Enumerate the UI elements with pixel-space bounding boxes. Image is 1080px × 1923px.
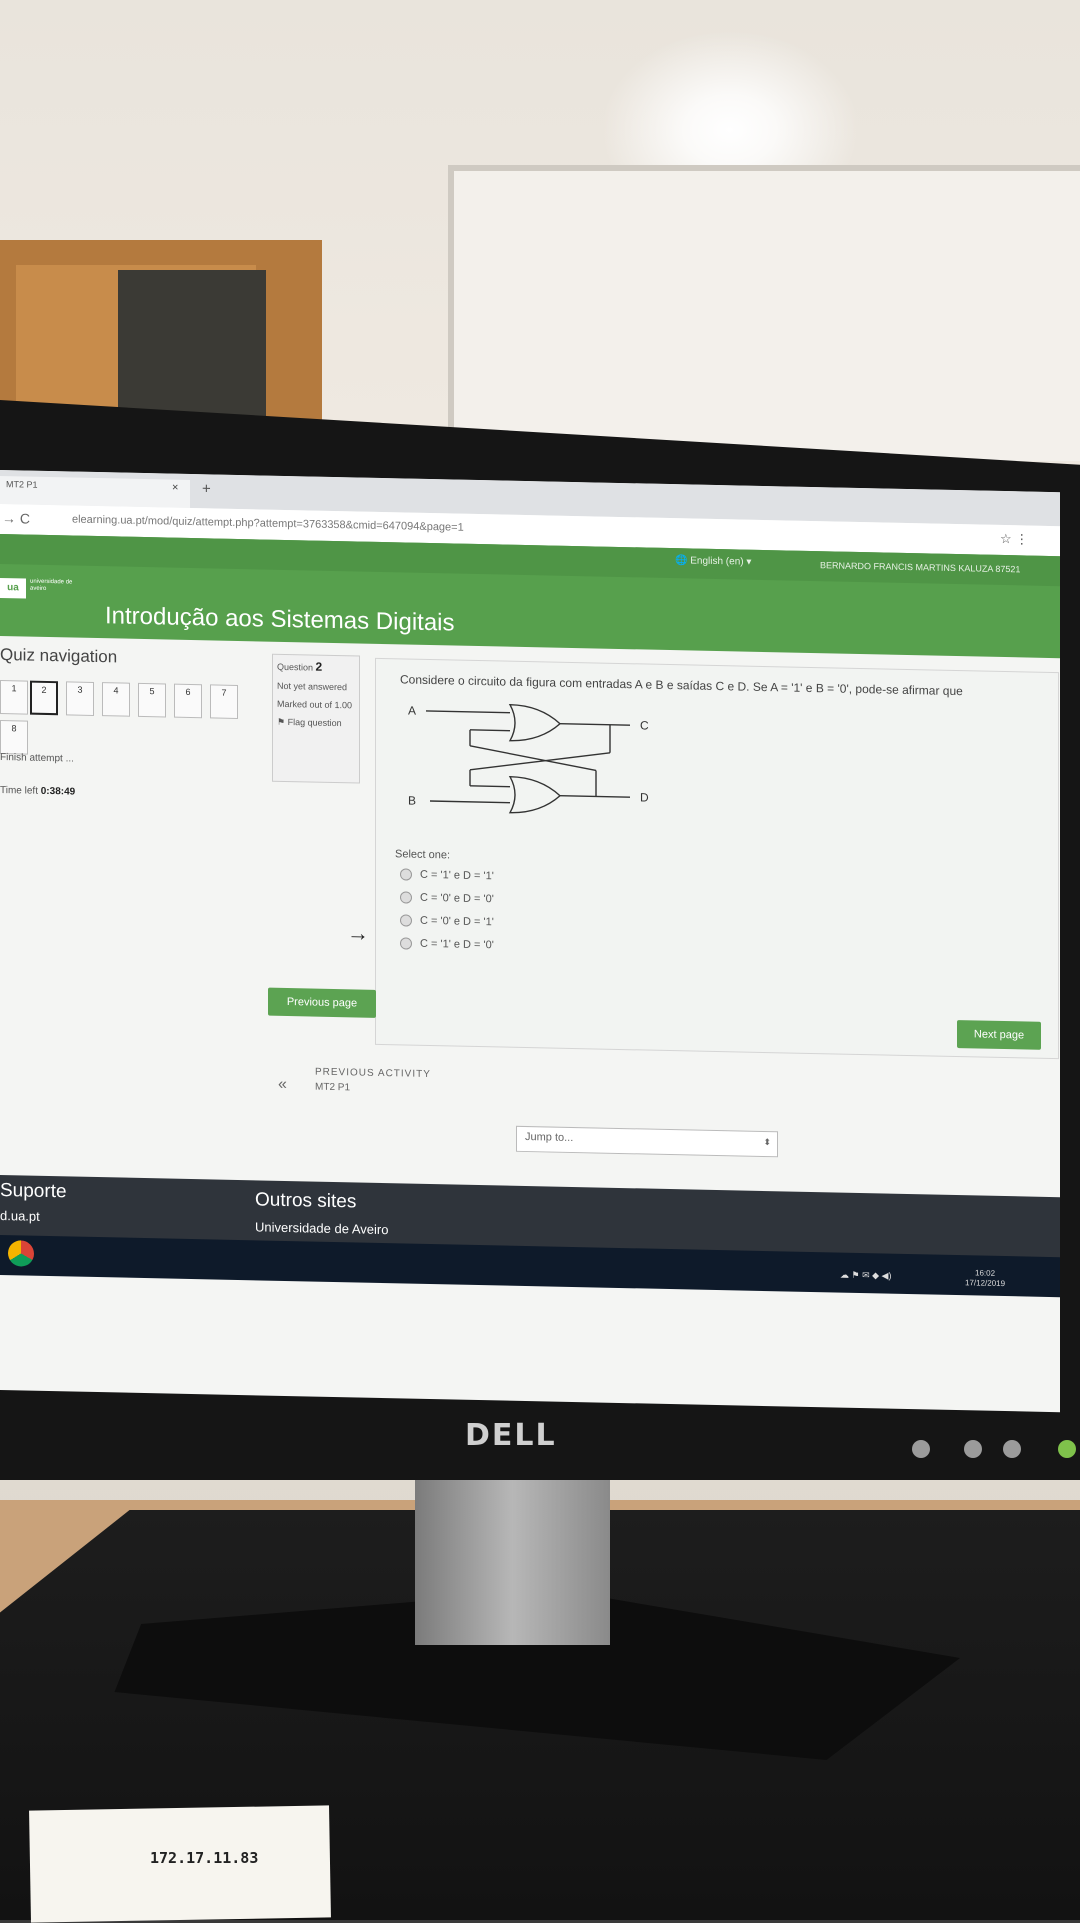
footer-ua-link[interactable]: Universidade de Aveiro (255, 1219, 388, 1237)
radio-button[interactable] (400, 891, 412, 904)
jump-to-value: Jump to... (525, 1130, 574, 1145)
monitor-button[interactable] (964, 1440, 982, 1458)
monitor-power-button[interactable] (1058, 1440, 1076, 1458)
select-one-label: Select one: (395, 848, 451, 862)
answer-text: C = '0' e D = '0' (420, 891, 494, 906)
previous-activity-label: PREVIOUS ACTIVITY (315, 1066, 431, 1081)
jump-to-select[interactable]: Jump to... ⬍ (516, 1125, 778, 1158)
monitor-brand-logo: DELL (465, 1418, 557, 1453)
answer-text: C = '1' e D = '0' (420, 937, 494, 952)
bookmark-icon[interactable]: ☆ ⋮ (1000, 531, 1028, 548)
chrome-icon[interactable] (8, 1240, 34, 1267)
clock-date: 17/12/2019 (965, 1278, 1006, 1289)
double-chevron-left-icon[interactable]: « (278, 1076, 287, 1094)
time-left-value: 0:38:49 (40, 785, 76, 798)
monitor-button[interactable] (1003, 1440, 1021, 1458)
answer-option[interactable]: C = '1' e D = '0' (400, 937, 494, 951)
question-status: Not yet answered (277, 680, 348, 693)
label-a: A (408, 704, 416, 718)
monitor-stand (415, 1465, 610, 1645)
next-page-button[interactable]: Next page (957, 1020, 1041, 1050)
quiz-navigation-title: Quiz navigation (0, 645, 118, 667)
logo-text: universidade de aveiro (30, 578, 73, 592)
answer-option[interactable]: C = '0' e D = '1' (400, 914, 494, 928)
reload-icon[interactable]: → C (2, 510, 30, 527)
tab-title: MT2 P1 (6, 479, 38, 490)
question-label: Question (277, 661, 314, 673)
question-marks: Marked out of 1.00 (277, 698, 353, 711)
wire-to-bottom-gate (470, 785, 510, 788)
language-menu[interactable]: 🌐 English (en) ▾ (675, 555, 751, 568)
answer-text: C = '0' e D = '1' (420, 914, 494, 929)
system-tray-icons[interactable]: ☁ ⚑ ✉ ◆ ◀) (840, 1270, 891, 1282)
time-left: Time left 0:38:49 (0, 785, 75, 798)
radio-button[interactable] (400, 914, 412, 927)
or-gate-bottom (508, 775, 562, 814)
circuit-diagram: A B C D (408, 703, 649, 814)
question-nav-button[interactable]: 1 (0, 680, 28, 715)
answer-option[interactable]: C = '0' e D = '0' (400, 891, 494, 905)
monitor-screen: MT2 P1 × + → C elearning.ua.pt/mod/quiz/… (0, 470, 1060, 1413)
question-nav-button[interactable]: 5 (138, 682, 166, 718)
radio-button[interactable] (400, 937, 412, 950)
previous-activity-link[interactable]: MT2 P1 (315, 1082, 350, 1094)
wire-a (426, 710, 510, 714)
cross-wire-2 (469, 745, 597, 772)
answer-text: C = '1' e D = '1' (420, 868, 494, 883)
footer-support-link[interactable]: d.ua.pt (0, 1208, 40, 1224)
wire-c (560, 723, 630, 726)
finish-attempt-link[interactable]: Finish attempt ... (0, 752, 74, 765)
time-left-label: Time left (0, 785, 38, 797)
door-window (118, 270, 266, 420)
previous-page-button[interactable]: Previous page (268, 987, 376, 1018)
wire-to-top-gate (470, 729, 510, 732)
flag-question-link[interactable]: ⚑ Flag question (277, 717, 355, 730)
university-logo[interactable]: ua (0, 578, 26, 599)
question-nav-button-current[interactable]: 2 (30, 680, 58, 716)
question-nav-button[interactable]: 8 (0, 720, 28, 755)
tab-close-icon[interactable]: × (172, 482, 178, 494)
new-tab-icon[interactable]: + (202, 480, 211, 497)
taskbar-clock[interactable]: 16:02 17/12/2019 (965, 1268, 1005, 1289)
question-info-box: Question 2 Not yet answered Marked out o… (272, 653, 360, 784)
answer-option[interactable]: C = '1' e D = '1' (400, 868, 494, 882)
monitor-button[interactable] (912, 1440, 930, 1458)
label-b: B (408, 794, 416, 808)
wire-d (560, 795, 630, 798)
question-nav-button[interactable]: 4 (102, 682, 130, 717)
question-number: 2 (315, 659, 323, 674)
ip-sticker-text: 172.17.11.83 (150, 1849, 259, 1867)
whiteboard (448, 165, 1080, 461)
question-nav-button[interactable]: 3 (66, 681, 94, 716)
radio-button[interactable] (400, 868, 412, 881)
question-nav-button[interactable]: 7 (210, 684, 238, 719)
handwritten-arrow-icon: → (347, 920, 369, 946)
question-nav-button[interactable]: 6 (174, 683, 202, 719)
label-d: D (640, 790, 649, 804)
flag-label: Flag question (287, 717, 342, 729)
browser-tab[interactable]: MT2 P1 (0, 476, 190, 508)
or-gate-top (508, 703, 562, 742)
footer-other-sites-title: Outros sites (255, 1189, 357, 1213)
select-arrow-icon: ⬍ (763, 1136, 771, 1148)
footer-support-title: Suporte (0, 1180, 67, 1203)
label-c: C (640, 718, 649, 732)
wire-b (430, 800, 510, 804)
